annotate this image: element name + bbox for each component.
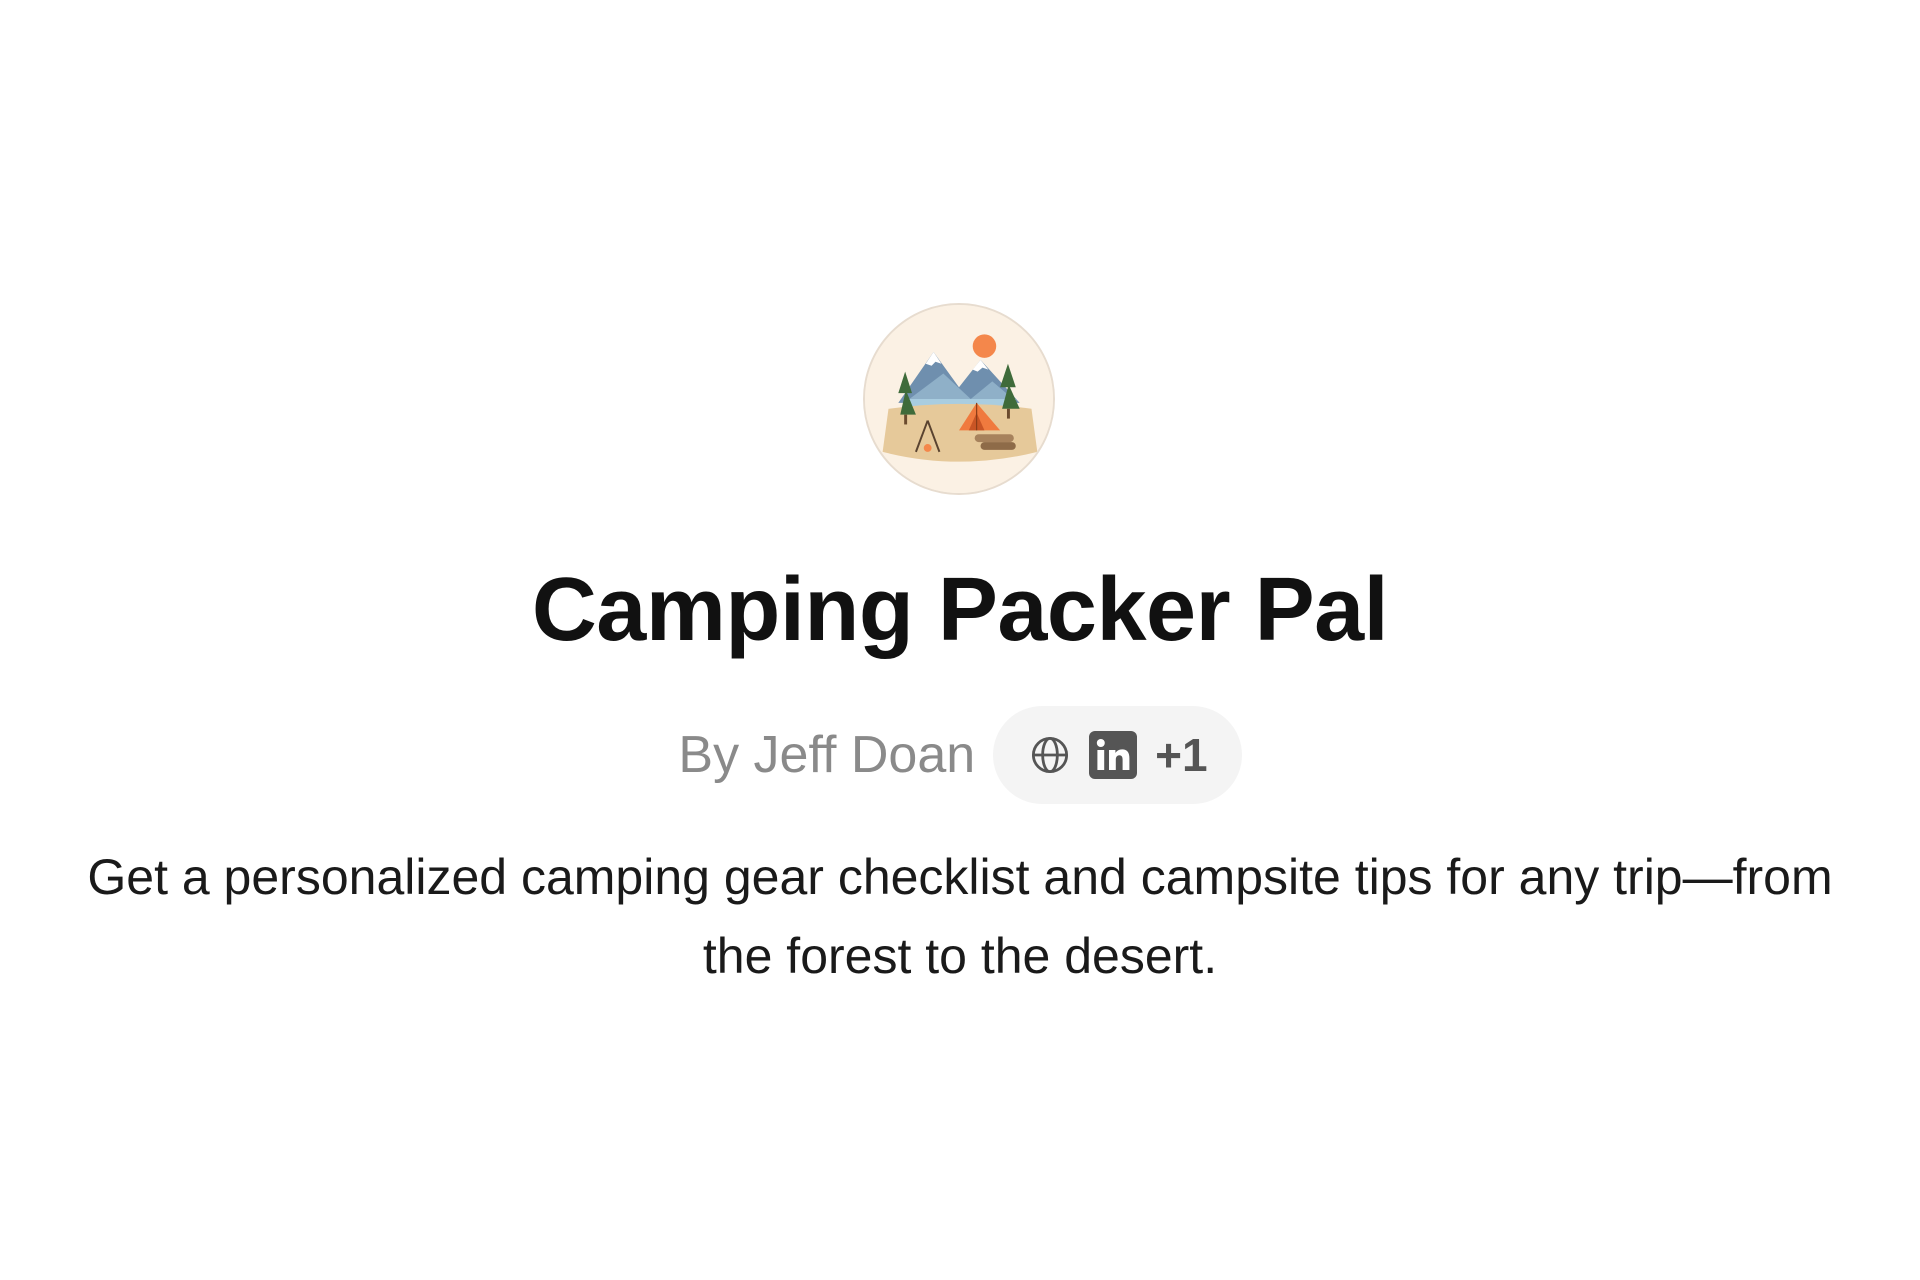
author-links[interactable]: +1 (993, 706, 1242, 804)
more-links-count[interactable]: +1 (1155, 728, 1207, 782)
gpt-description: Get a personalized camping gear checklis… (87, 849, 1833, 984)
globe-icon[interactable] (1029, 734, 1071, 776)
author-name: By Jeff Doan (678, 726, 976, 784)
byline: By Jeff Doan +1 (0, 705, 1920, 805)
gpt-profile-page: Camping Packer Pal By Jeff Doan +1 Get a… (0, 0, 1920, 1280)
linkedin-icon[interactable] (1089, 731, 1138, 779)
gpt-title: Camping Packer Pal (531, 560, 1389, 660)
avatar (863, 303, 1055, 495)
camping-scene-logo (865, 305, 1053, 493)
